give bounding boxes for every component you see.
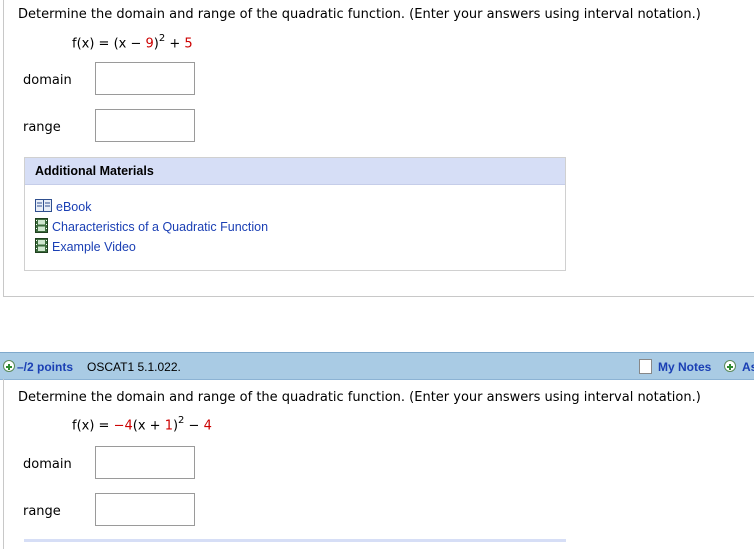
expand-plus-icon[interactable]: [3, 360, 15, 372]
ebook-link[interactable]: eBook: [35, 198, 91, 216]
formula-op: −: [184, 418, 204, 434]
characteristics-link-label: Characteristics of a Quadratic Function: [52, 220, 269, 234]
note-icon: [639, 359, 652, 374]
additional-materials-panel: Additional Materials eBook Characteristi…: [24, 157, 566, 271]
film-icon: [35, 238, 48, 256]
domain-label: domain: [23, 73, 72, 88]
formula-mid: (x +: [132, 418, 165, 434]
question-2-points: –/2 points: [17, 360, 74, 374]
example-video-link[interactable]: Example Video: [35, 238, 136, 256]
additional-materials-title: Additional Materials: [25, 158, 565, 185]
question-1-prompt: Determine the domain and range of the qu…: [18, 7, 701, 22]
domain-input[interactable]: [95, 446, 195, 479]
my-notes-button[interactable]: My Notes: [639, 357, 711, 376]
ebook-link-label: eBook: [56, 200, 92, 214]
question-2-formula: f(x) = −4(x + 1)2 − 4: [72, 415, 212, 434]
formula-op: +: [165, 36, 185, 52]
question-2-prompt: Determine the domain and range of the qu…: [18, 390, 701, 405]
range-label: range: [23, 504, 61, 519]
my-notes-label: My Notes: [658, 359, 712, 374]
example-video-link-label: Example Video: [52, 240, 136, 254]
formula-exponent: 2: [178, 415, 185, 426]
formula-k: 5: [184, 36, 193, 52]
film-icon: [35, 218, 48, 236]
book-icon: [35, 199, 52, 215]
range-input[interactable]: [95, 493, 195, 526]
range-input[interactable]: [95, 109, 195, 142]
characteristics-link[interactable]: Characteristics of a Quadratic Function: [35, 218, 268, 236]
ask-button-label[interactable]: As: [742, 360, 754, 374]
domain-label: domain: [23, 457, 72, 472]
formula-h: 1: [164, 418, 173, 434]
range-label: range: [23, 120, 61, 135]
formula-exponent: 2: [158, 33, 166, 44]
domain-input[interactable]: [95, 62, 195, 95]
formula-lhs: f(x) = (x −: [72, 36, 146, 52]
question-2-code: OSCAT1 5.1.022.: [87, 360, 181, 374]
formula-h: 9: [145, 36, 154, 52]
question-2-header: –/2 points OSCAT1 5.1.022. My Notes As: [0, 352, 754, 380]
formula-k: 4: [203, 418, 212, 434]
ask-plus-icon[interactable]: [724, 360, 736, 372]
formula-a: −4: [113, 418, 133, 434]
question-1-formula: f(x) = (x − 9)2 + 5: [72, 33, 193, 52]
formula-lhs: f(x) =: [72, 418, 114, 434]
